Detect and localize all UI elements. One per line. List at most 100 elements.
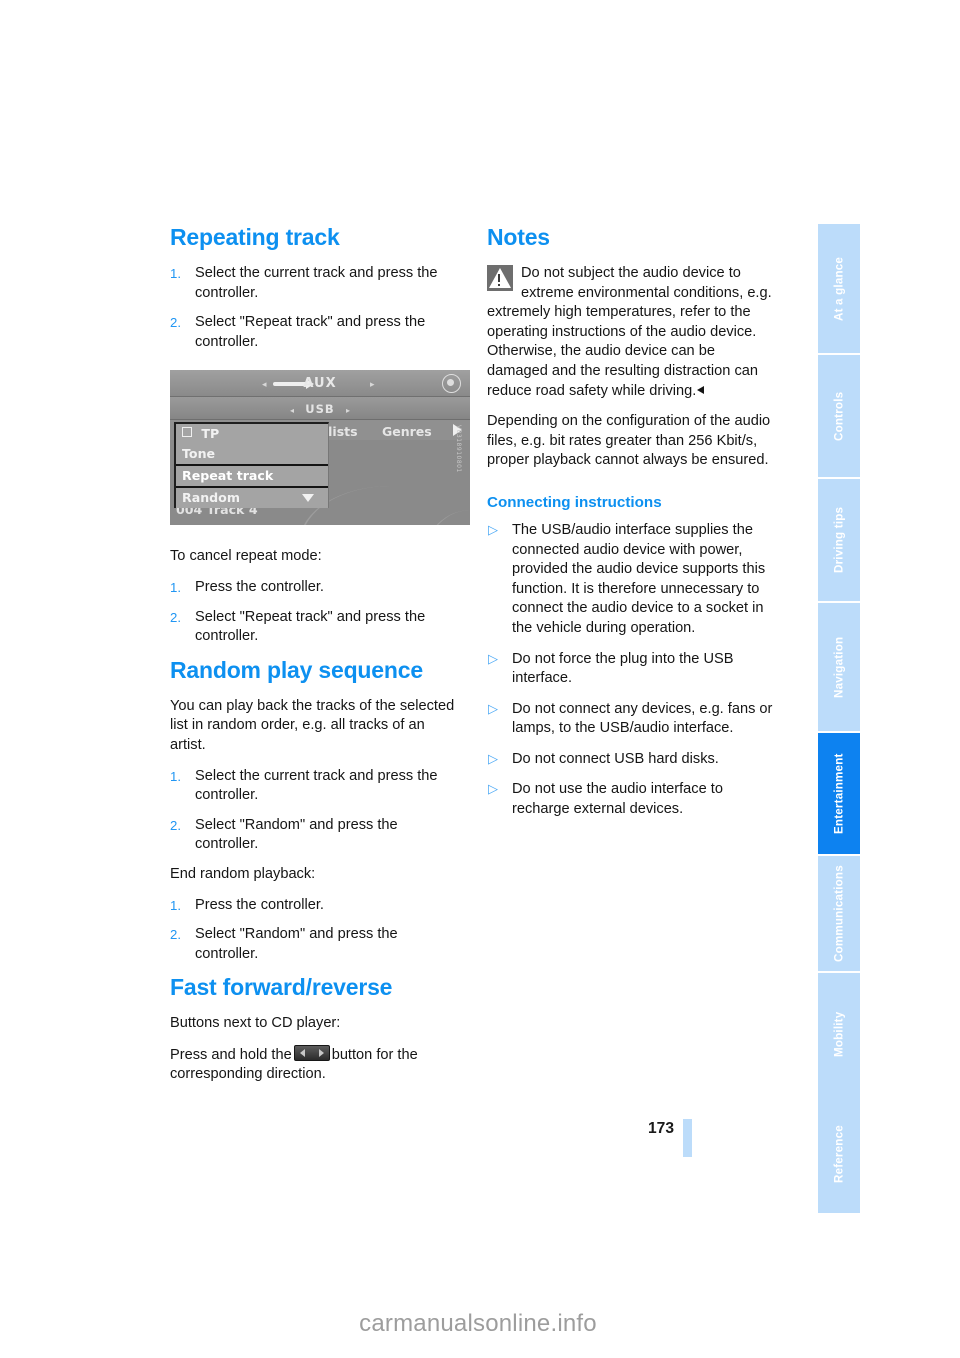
- step-number: 2.: [170, 817, 181, 833]
- figure-reference-code: V0318910801: [455, 425, 462, 474]
- end-random-intro: End random playback:: [170, 865, 316, 882]
- list-item: 1. Select the current track and press th…: [170, 264, 460, 303]
- checkbox-icon: [182, 427, 192, 438]
- list-item: ▷ Do not connect any devices, e.g. fans …: [487, 700, 777, 739]
- page-number-bar: [683, 1119, 692, 1157]
- fast-forward-line-2: Press and hold the button for the corresp…: [170, 1044, 460, 1085]
- tab-label: Controls: [832, 391, 846, 441]
- list-item: 1. Press the controller.: [170, 896, 460, 916]
- end-random-steps: 1. Press the controller. 2. Select "Rand…: [170, 896, 460, 965]
- section-tab-strip[interactable]: At a glance Controls Driving tips Naviga…: [818, 222, 860, 1213]
- heading-repeating-track: Repeating track: [170, 224, 340, 250]
- bullet-text: Do not use the audio interface to rechar…: [512, 781, 723, 818]
- step-text: Select "Repeat track" and press the cont…: [195, 314, 426, 350]
- step-text: Select "Random" and press the controller…: [195, 816, 398, 853]
- step-number: 2.: [170, 315, 181, 331]
- warning-triangle-icon: [487, 265, 513, 291]
- bullet-text: Do not connect any devices, e.g. fans or…: [512, 700, 773, 737]
- connecting-instructions-list: ▷ The USB/audio interface supplies the c…: [487, 521, 777, 820]
- list-item: ▷ Do not connect USB hard disks.: [487, 750, 777, 770]
- step-number: 1.: [170, 768, 181, 784]
- left-column: Repeating track 1. Select the current tr…: [170, 224, 470, 1085]
- list-item: ▷ Do not use the audio interface to rech…: [487, 780, 777, 819]
- end-of-note-marker-icon: [697, 385, 705, 394]
- tab-navigation[interactable]: Navigation: [818, 601, 860, 731]
- tab-label: Navigation: [832, 636, 846, 698]
- tab-communications[interactable]: Communications: [818, 854, 860, 971]
- tab-label: Communications: [832, 865, 846, 962]
- list-item: ▷ The USB/audio interface supplies the c…: [487, 521, 777, 639]
- list-item: ▷ Do not force the plug into the USB int…: [487, 650, 777, 689]
- step-text: Select "Random" and press the controller…: [195, 926, 398, 962]
- step-text: Press the controller.: [195, 578, 324, 595]
- bullet-text: Do not connect USB hard disks.: [512, 750, 719, 767]
- dropdown-label: Tone: [182, 446, 216, 462]
- figure-dropdown-menu: TP Tone Repeat track Random: [174, 422, 329, 509]
- tab-label: Mobility: [832, 1011, 846, 1057]
- figure-source-label: AUX: [303, 376, 337, 392]
- list-item: 2. Select "Repeat track" and press the c…: [170, 313, 460, 352]
- manual-page: Repeating track 1. Select the current tr…: [0, 0, 960, 1358]
- random-play-steps: 1. Select the current track and press th…: [170, 767, 460, 855]
- step-number: 1.: [170, 579, 181, 595]
- chevron-down-icon: [302, 494, 314, 503]
- page-number: 173: [648, 1120, 675, 1137]
- dropdown-label: Random: [182, 490, 240, 506]
- right-column: Notes Do not subject the audio device to…: [487, 224, 777, 831]
- heading-notes: Notes: [487, 224, 550, 250]
- step-number: 2.: [170, 927, 181, 943]
- note-paragraph: Depending on the configuration of the au…: [487, 413, 771, 469]
- dropdown-label: Repeat track: [182, 468, 274, 484]
- dropdown-item-tp: TP: [176, 424, 328, 444]
- list-item: 2. Select "Random" and press the control…: [170, 925, 460, 964]
- list-item: 2. Select "Repeat track" and press the c…: [170, 608, 460, 647]
- dropdown-item-repeat-track: Repeat track: [176, 464, 328, 489]
- step-number: 1.: [170, 897, 181, 913]
- dropdown-item-random: Random: [176, 488, 328, 508]
- warning-note: Do not subject the audio device to extre…: [487, 264, 777, 401]
- dropdown-item-tone: Tone: [176, 444, 328, 464]
- right-arrow-icon-2: ▸: [346, 406, 351, 416]
- warning-note-text: Do not subject the audio device to extre…: [487, 265, 772, 399]
- list-item: 1. Select the current track and press th…: [170, 767, 460, 806]
- tab-label: At a glance: [832, 256, 846, 321]
- tab-mobility[interactable]: Mobility: [818, 971, 860, 1095]
- step-text: Select "Repeat track" and press the cont…: [195, 608, 426, 645]
- tab-at-a-glance[interactable]: At a glance: [818, 222, 860, 353]
- idrive-screenshot-figure: ◂ AUX ▸ ◂ USB ▸ ylists Genres 004 Track …: [170, 370, 470, 526]
- site-watermark: carmanualsonline.info: [359, 1310, 597, 1337]
- step-number: 2.: [170, 609, 181, 625]
- triangle-bullet-icon: ▷: [488, 521, 498, 537]
- tab-label: Entertainment: [832, 753, 846, 834]
- heading-connecting-instructions: Connecting instructions: [487, 493, 662, 511]
- right-arrow-icon: ▸: [370, 380, 375, 391]
- heading-random-play-sequence: Random play sequence: [170, 656, 423, 683]
- tab-label: Driving tips: [832, 506, 846, 574]
- heading-fast-forward-reverse: Fast forward/reverse: [170, 974, 393, 1001]
- list-item: 2. Select "Random" and press the control…: [170, 816, 460, 855]
- bullet-text: Do not force the plug into the USB inter…: [512, 650, 734, 687]
- cancel-repeat-steps: 1. Press the controller. 2. Select "Repe…: [170, 578, 460, 647]
- repeat-track-steps: 1. Select the current track and press th…: [170, 264, 460, 352]
- seek-button-icon: [293, 1044, 330, 1061]
- step-text: Select the current track and press the c…: [195, 767, 438, 804]
- random-intro-text: You can play back the tracks of the sele…: [170, 697, 455, 753]
- fast-forward-text-pre: Press and hold the: [170, 1046, 292, 1063]
- tab-entertainment[interactable]: Entertainment: [818, 731, 860, 854]
- step-number: 1.: [170, 266, 181, 281]
- tab-controls[interactable]: Controls: [818, 353, 860, 477]
- cancel-repeat-intro: To cancel repeat mode:: [170, 548, 322, 565]
- triangle-bullet-icon: ▷: [488, 781, 498, 797]
- menu-item-genres: Genres: [382, 424, 432, 440]
- fast-forward-line-1: Buttons next to CD player:: [170, 1015, 341, 1032]
- tab-reference[interactable]: Reference: [818, 1095, 860, 1213]
- list-item: 1. Press the controller.: [170, 578, 460, 598]
- tab-driving-tips[interactable]: Driving tips: [818, 477, 860, 601]
- triangle-bullet-icon: ▷: [488, 700, 498, 716]
- bullet-text: The USB/audio interface supplies the con…: [512, 521, 766, 636]
- step-text: Select the current track and press the c…: [195, 265, 438, 301]
- figure-sub-label: USB: [305, 402, 335, 417]
- triangle-bullet-icon: ▷: [488, 650, 498, 666]
- triangle-bullet-icon: ▷: [488, 750, 498, 766]
- step-text: Press the controller.: [195, 896, 324, 913]
